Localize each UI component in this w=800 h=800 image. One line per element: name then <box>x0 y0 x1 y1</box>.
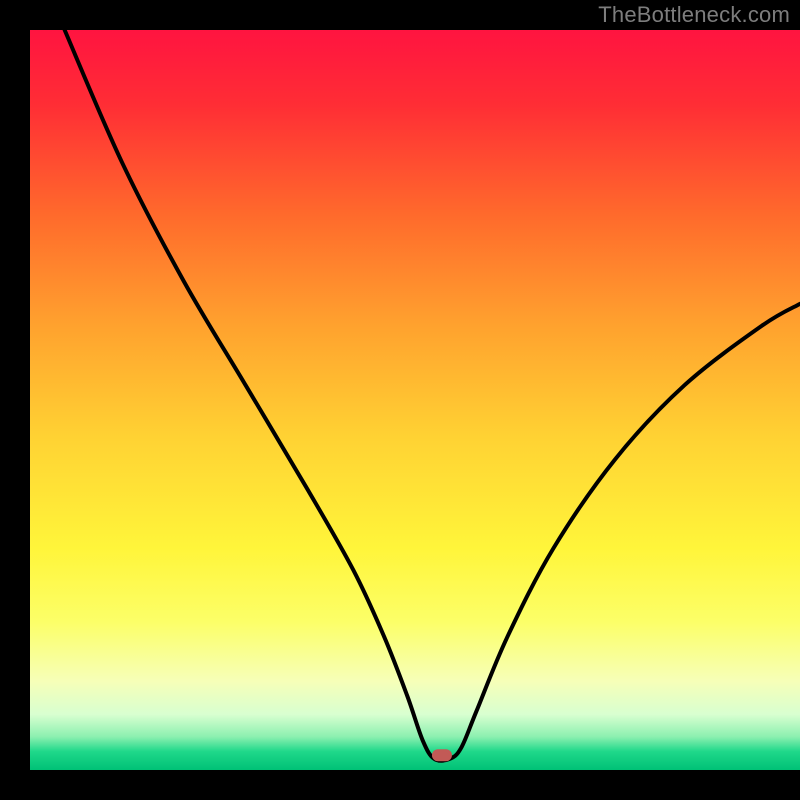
bottleneck-chart: TheBottleneck.com <box>0 0 800 800</box>
chart-svg <box>0 0 800 800</box>
watermark-text: TheBottleneck.com <box>598 2 790 28</box>
optimal-marker <box>432 749 452 761</box>
plot-background <box>30 30 800 770</box>
